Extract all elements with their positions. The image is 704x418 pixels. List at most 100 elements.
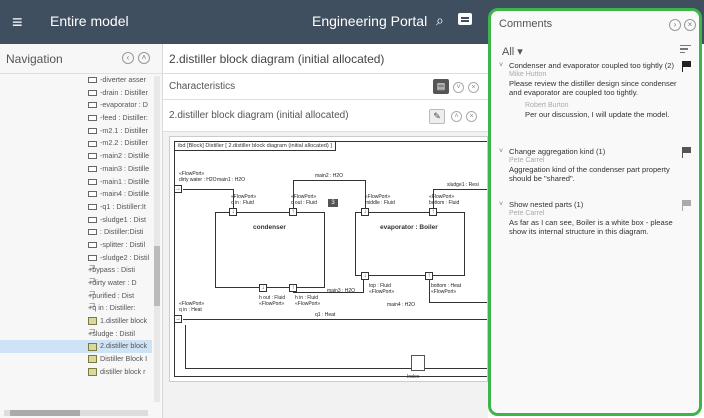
- thread-title: Condenser and evaporator coupled too tig…: [509, 61, 675, 70]
- tree-item-label: -main1 : Distille: [100, 176, 150, 186]
- comments-forward-icon[interactable]: ›: [669, 19, 681, 31]
- evaporator-block[interactable]: [355, 212, 465, 276]
- tree-item[interactable]: -main3 : Distille: [0, 163, 152, 176]
- tree-item-label: Distiller Block I: [100, 354, 148, 364]
- tree-item-label: -drain : Distiller: [100, 87, 148, 97]
- tree-item[interactable]: ⊐ +purified : Dist: [0, 288, 152, 303]
- tree-item[interactable]: -drain : Distiller: [0, 87, 152, 100]
- port-h-in[interactable]: ↑: [289, 284, 297, 292]
- index-icon[interactable]: [411, 355, 425, 371]
- comment-author: Mike Hutton: [509, 71, 547, 78]
- tree-item[interactable]: -feed : Distiller:: [0, 112, 152, 125]
- comment-thread[interactable]: ˅ Condenser and evaporator coupled too ti…: [499, 61, 691, 119]
- port-h-out[interactable]: ↓: [259, 284, 267, 292]
- index-label: Index: [407, 374, 420, 380]
- navigation-header: Navigation ‹ ˄: [0, 44, 162, 74]
- comments-close-icon[interactable]: ×: [684, 19, 696, 31]
- label-middle: middle : Fluid: [365, 200, 395, 206]
- part-icon: [88, 203, 97, 210]
- tree-item[interactable]: -m2.2 : Distiller: [0, 137, 152, 150]
- tree-item[interactable]: -main1 : Distille: [0, 176, 152, 189]
- portal-title: Engineering Portal: [312, 13, 428, 29]
- label-dirty-water: dirty water : H2O: [179, 177, 217, 183]
- edit-diagram-button[interactable]: ✎: [429, 109, 445, 124]
- collapse-left-icon[interactable]: ‹: [122, 52, 134, 64]
- comment-toggle-button[interactable]: ▤: [433, 79, 449, 94]
- connector-main4: [429, 302, 487, 303]
- connector-main2: [293, 180, 365, 181]
- flag-icon[interactable]: [682, 147, 691, 158]
- comment-body: As far as I can see, Boiler is a white b…: [509, 218, 673, 236]
- thread-title: Change aggregation kind (1): [509, 147, 606, 156]
- characteristics-section[interactable]: Characteristics ▤ ˅ ×: [163, 74, 488, 100]
- close-icon[interactable]: ×: [468, 82, 479, 93]
- label-c-in: c in : Fluid: [231, 200, 254, 206]
- connector-main4-up: [429, 280, 430, 302]
- tree-item[interactable]: -diverter asser: [0, 74, 152, 87]
- tree-item[interactable]: 2.distiller block: [0, 340, 152, 354]
- tree-item[interactable]: -splitter : Distil: [0, 239, 152, 252]
- port-c-in[interactable]: ↓: [229, 208, 237, 216]
- tree-item-label: -main4 : Distille: [100, 189, 150, 199]
- tree-item[interactable]: distiller block r: [0, 366, 152, 379]
- model-title[interactable]: Entire model: [50, 13, 129, 29]
- flag-icon[interactable]: [682, 61, 691, 72]
- port-top[interactable]: ↓: [361, 272, 369, 280]
- comments-filter[interactable]: All ▾: [502, 45, 523, 58]
- tree-item[interactable]: : Distiller:Disti: [0, 226, 152, 239]
- tree-item[interactable]: -main2 : Distille: [0, 150, 152, 163]
- tree-item[interactable]: -sludge1 : Dist: [0, 214, 152, 227]
- comments-icon[interactable]: [458, 13, 472, 25]
- tree-scrollbar[interactable]: [154, 76, 160, 402]
- tree-item[interactable]: ⊐ +sludge : Distil: [0, 326, 152, 341]
- connector-main3-up: [363, 280, 364, 293]
- port-c-out[interactable]: ↑: [289, 208, 297, 216]
- expand-icon[interactable]: ˅: [453, 82, 464, 93]
- chevron-icon[interactable]: ˅: [499, 61, 503, 70]
- chevron-icon[interactable]: ˅: [499, 200, 503, 209]
- tree-item[interactable]: -q1 : Distiller:It: [0, 201, 152, 214]
- port-q-in[interactable]: →: [174, 315, 182, 323]
- diagram-icon: [88, 367, 97, 376]
- diagram-canvas[interactable]: ibd [Block] Distiller [ 2.distiller bloc…: [169, 136, 488, 382]
- comment-thread[interactable]: ˅ Change aggregation kind (1) Pete Carrel…: [499, 147, 691, 183]
- part-icon: [88, 165, 97, 172]
- tree-hscrollbar[interactable]: [4, 410, 148, 416]
- canvas-scrollbar[interactable]: [163, 400, 488, 418]
- condenser-label: condenser: [253, 224, 286, 231]
- collapse-icon[interactable]: ˄: [451, 111, 462, 122]
- tree-item[interactable]: -evaporator : D: [0, 99, 152, 112]
- sort-icon[interactable]: [680, 45, 691, 54]
- navigation-title: Navigation: [6, 52, 63, 66]
- panel-title: 2.distiller block diagram (initial alloc…: [163, 44, 488, 74]
- tree-item-label: -evaporator : D: [100, 100, 148, 110]
- label-h-in-stereo: «FlowPort»: [295, 301, 321, 307]
- port-icon: ⊐: [88, 275, 96, 284]
- label-top-stereo: «FlowPort»: [369, 289, 395, 295]
- tree-item[interactable]: 1.distiller block: [0, 315, 152, 328]
- ibd-frame: ibd [Block] Distiller [ 2.distiller bloc…: [174, 141, 487, 380]
- tree-item[interactable]: ⊐ +dirty water : D: [0, 275, 152, 290]
- search-icon[interactable]: ⌕: [436, 12, 444, 29]
- tree-item-label: -q1 : Distiller:It: [100, 201, 146, 211]
- chevron-icon[interactable]: ˅: [499, 147, 503, 156]
- port-dirty-water[interactable]: →: [174, 185, 182, 193]
- tree-item[interactable]: ⊐ +q in : Distiller:: [0, 301, 152, 315]
- tree-item-label: -m2.1 : Distiller: [100, 125, 148, 135]
- comment-body: Aggregation kind of the condenser part p…: [509, 165, 670, 183]
- tree-item[interactable]: -main4 : Distille: [0, 188, 152, 201]
- port-middle[interactable]: ↓: [361, 208, 369, 216]
- menu-icon[interactable]: ≡: [12, 12, 30, 32]
- collapse-up-icon[interactable]: ˄: [138, 52, 150, 64]
- flag-icon[interactable]: [682, 200, 691, 211]
- port-bottom-heat[interactable]: ↑: [425, 272, 433, 280]
- port-bottom[interactable]: ↑: [429, 208, 437, 216]
- comment-thread[interactable]: ˅ Show nested parts (1) Pete Carrel As fa…: [499, 200, 691, 236]
- diagram-section-header[interactable]: 2.distiller block diagram (initial alloc…: [163, 100, 488, 132]
- tree-item[interactable]: -m2.1 : Distiller: [0, 125, 152, 138]
- tree-item-label: -sludge2 : Distil: [100, 252, 150, 262]
- tree-item[interactable]: ⊐ +bypass : Disti: [0, 263, 152, 277]
- tree-item[interactable]: Distiller Block I: [0, 353, 152, 366]
- tree-item[interactable]: -sludge2 : Distil: [0, 252, 152, 265]
- close-section-icon[interactable]: ×: [466, 111, 477, 122]
